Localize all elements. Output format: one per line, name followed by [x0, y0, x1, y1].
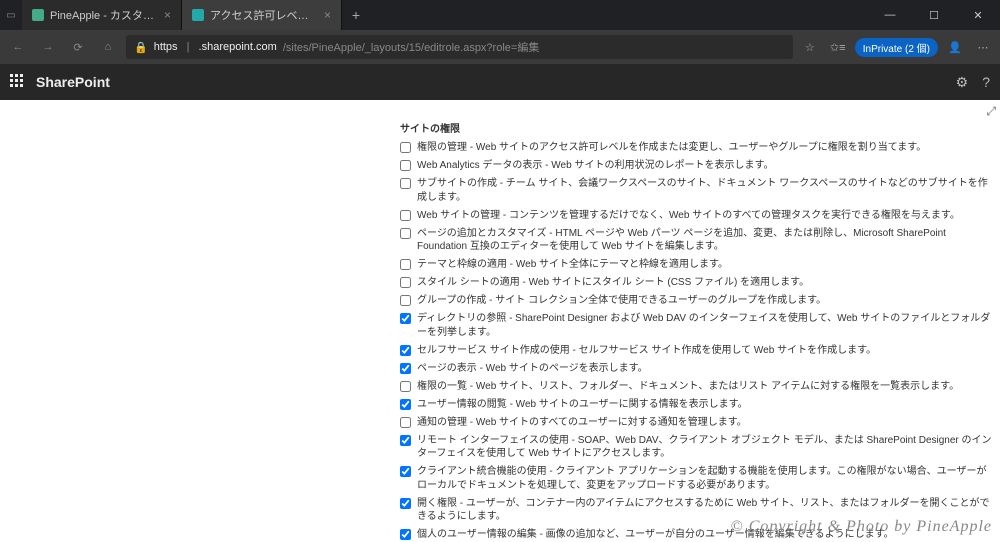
permission-checkbox[interactable]	[400, 210, 411, 221]
permission-label: ページの表示 - Web サイトのページを表示します。	[417, 362, 648, 376]
url-path: /sites/PineApple/_layouts/15/editrole.as…	[283, 39, 540, 55]
settings-icon[interactable]: ⚙	[956, 74, 969, 91]
section-heading: サイトの権限	[400, 120, 992, 135]
permission-label: サブサイトの作成 - チーム サイト、会議ワークスペースのサイト、ドキュメント …	[417, 177, 992, 204]
permission-checkbox[interactable]	[400, 142, 411, 153]
permission-label: Web サイトの管理 - コンテンツを管理するだけでなく、Web サイトのすべて…	[417, 209, 960, 223]
favorite-icon[interactable]: ☆	[799, 41, 821, 54]
back-button[interactable]: ←	[6, 41, 30, 53]
minimize-button[interactable]: —	[868, 0, 912, 30]
more-icon[interactable]: ⋯	[972, 41, 994, 54]
permission-checkbox[interactable]	[400, 381, 411, 392]
permission-row: テーマと枠線の適用 - Web サイト全体にテーマと枠線を適用します。	[400, 258, 992, 272]
permission-row: ユーザー情報の閲覧 - Web サイトのユーザーに関する情報を表示します。	[400, 398, 992, 412]
permission-checkbox[interactable]	[400, 529, 411, 540]
tab-label: アクセス許可レベルの編集	[210, 7, 318, 23]
permission-row: 権限の一覧 - Web サイト、リスト、フォルダー、ドキュメント、またはリスト …	[400, 380, 992, 394]
permission-row: グループの作成 - サイト コレクション全体で使用できるユーザーのグループを作成…	[400, 294, 992, 308]
permission-label: ユーザー情報の閲覧 - Web サイトのユーザーに関する情報を表示します。	[417, 398, 748, 412]
permission-label: リモート インターフェイスの使用 - SOAP、Web DAV、クライアント オ…	[417, 434, 992, 461]
forward-button[interactable]: →	[36, 41, 60, 53]
permission-label: ディレクトリの参照 - SharePoint Designer および Web …	[417, 312, 992, 339]
browser-tab-0[interactable]: PineApple - カスタム リスト - すべて ×	[22, 0, 182, 30]
watermark-text: © Copyright & Photo by PineApple	[731, 518, 992, 536]
permission-label: 権限の一覧 - Web サイト、リスト、フォルダー、ドキュメント、またはリスト …	[417, 380, 959, 394]
permission-label: クライアント統合機能の使用 - クライアント アプリケーションを起動する機能を使…	[417, 465, 992, 492]
permission-checkbox[interactable]	[400, 295, 411, 306]
permission-row: セルフサービス サイト作成の使用 - セルフサービス サイト作成を使用して We…	[400, 344, 992, 358]
profile-icon[interactable]: 👤	[944, 41, 966, 54]
permission-label: テーマと枠線の適用 - Web サイト全体にテーマと枠線を適用します。	[417, 258, 728, 272]
inprivate-badge: InPrivate (2 個)	[855, 38, 938, 57]
app-launcher-icon[interactable]	[10, 74, 26, 90]
close-icon[interactable]: ×	[324, 8, 331, 22]
help-icon[interactable]: ?	[982, 74, 990, 91]
refresh-button[interactable]: ⟳	[66, 41, 90, 54]
lock-icon: 🔒	[134, 41, 148, 54]
permission-row: サブサイトの作成 - チーム サイト、会議ワークスペースのサイト、ドキュメント …	[400, 177, 992, 204]
menu-icon[interactable]: ▭	[6, 10, 15, 21]
browser-tab-1[interactable]: アクセス許可レベルの編集 ×	[182, 0, 342, 30]
favicon-icon	[32, 9, 44, 21]
permission-row: 通知の管理 - Web サイトのすべてのユーザーに対する通知を管理します。	[400, 416, 992, 430]
close-icon[interactable]: ×	[164, 8, 171, 22]
permission-checkbox[interactable]	[400, 435, 411, 446]
favicon-icon	[192, 9, 204, 21]
permission-row: ページの追加とカスタマイズ - HTML ページや Web パーツ ページを追加…	[400, 227, 992, 254]
permission-row: ページの表示 - Web サイトのページを表示します。	[400, 362, 992, 376]
favorites-bar-icon[interactable]: ✩≡	[827, 41, 849, 54]
permission-checkbox[interactable]	[400, 399, 411, 410]
permission-label: グループの作成 - サイト コレクション全体で使用できるユーザーのグループを作成…	[417, 294, 826, 308]
permission-label: Web Analytics データの表示 - Web サイトの利用状況のレポート…	[417, 159, 773, 173]
permission-row: 権限の管理 - Web サイトのアクセス許可レベルを作成または変更し、ユーザーや…	[400, 141, 992, 155]
close-window-button[interactable]: ✕	[956, 0, 1000, 30]
permission-checkbox[interactable]	[400, 277, 411, 288]
permission-row: リモート インターフェイスの使用 - SOAP、Web DAV、クライアント オ…	[400, 434, 992, 461]
permission-label: 通知の管理 - Web サイトのすべてのユーザーに対する通知を管理します。	[417, 416, 747, 430]
permission-label: スタイル シートの適用 - Web サイトにスタイル シート (CSS ファイル…	[417, 276, 809, 290]
permission-label: ページの追加とカスタマイズ - HTML ページや Web パーツ ページを追加…	[417, 227, 992, 254]
url-protocol: https	[154, 41, 178, 53]
permission-checkbox[interactable]	[400, 228, 411, 239]
permission-checkbox[interactable]	[400, 417, 411, 428]
permission-row: クライアント統合機能の使用 - クライアント アプリケーションを起動する機能を使…	[400, 465, 992, 492]
address-bar[interactable]: 🔒 https | .sharepoint.com/sites/PineAppl…	[126, 35, 793, 59]
permission-row: Web Analytics データの表示 - Web サイトの利用状況のレポート…	[400, 159, 992, 173]
permission-checkbox[interactable]	[400, 466, 411, 477]
permission-row: スタイル シートの適用 - Web サイトにスタイル シート (CSS ファイル…	[400, 276, 992, 290]
permission-row: ディレクトリの参照 - SharePoint Designer および Web …	[400, 312, 992, 339]
home-button[interactable]: ⌂	[96, 41, 120, 53]
permission-row: Web サイトの管理 - コンテンツを管理するだけでなく、Web サイトのすべて…	[400, 209, 992, 223]
url-host: .sharepoint.com	[199, 41, 277, 53]
permission-checkbox[interactable]	[400, 345, 411, 356]
new-tab-button[interactable]: +	[342, 0, 370, 30]
tab-label: PineApple - カスタム リスト - すべて	[50, 7, 158, 23]
app-title: SharePoint	[36, 74, 110, 90]
permission-checkbox[interactable]	[400, 259, 411, 270]
permission-checkbox[interactable]	[400, 363, 411, 374]
permission-checkbox[interactable]	[400, 160, 411, 171]
maximize-button[interactable]: ☐	[912, 0, 956, 30]
permission-checkbox[interactable]	[400, 498, 411, 509]
permission-label: 権限の管理 - Web サイトのアクセス許可レベルを作成または変更し、ユーザーや…	[417, 141, 926, 155]
permission-label: セルフサービス サイト作成の使用 - セルフサービス サイト作成を使用して We…	[417, 344, 876, 358]
permission-checkbox[interactable]	[400, 313, 411, 324]
permission-checkbox[interactable]	[400, 178, 411, 189]
